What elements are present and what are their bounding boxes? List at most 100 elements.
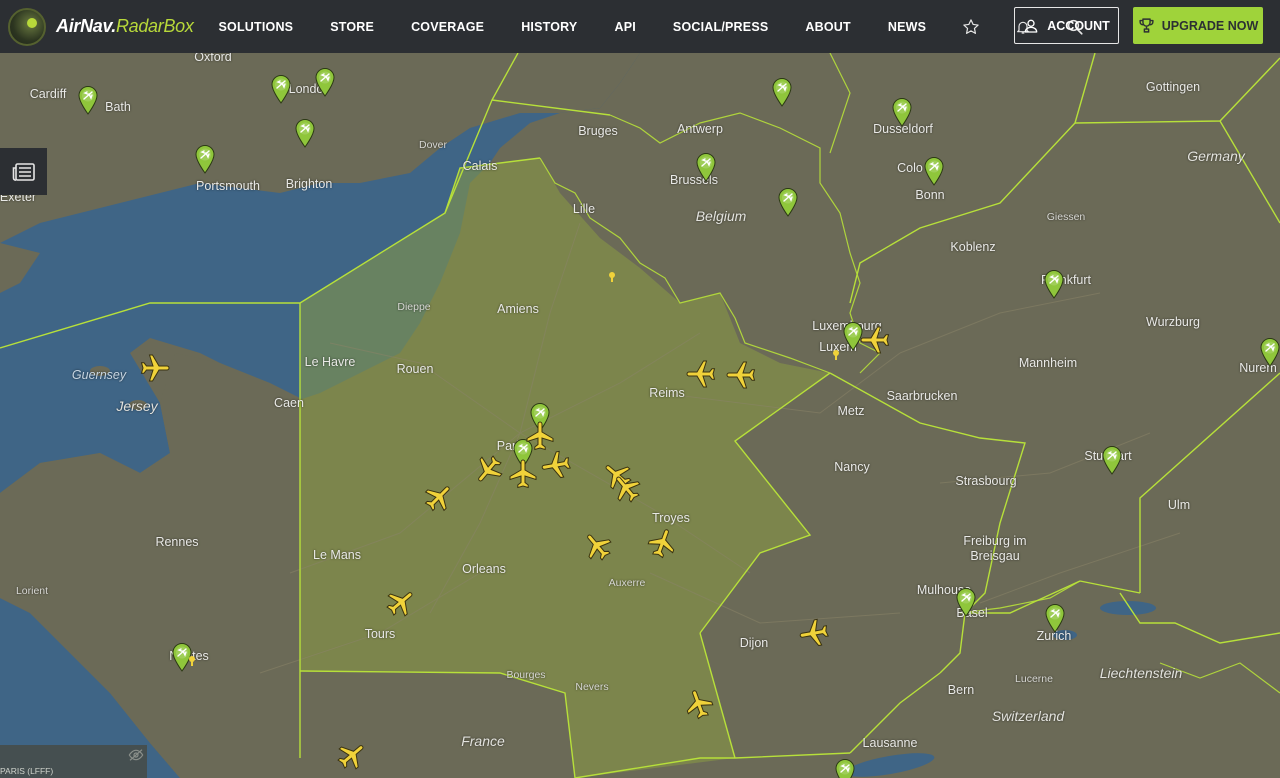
region-label-belgium: Belgium xyxy=(695,208,747,224)
aircraft-icon[interactable] xyxy=(610,472,644,506)
city-label-metz: Metz xyxy=(837,404,865,418)
city-label-gottingen: Gottingen xyxy=(1145,80,1201,94)
region-label-germany: Germany xyxy=(1187,148,1245,164)
airport-pin-icon[interactable] xyxy=(834,758,856,778)
airport-pin-icon[interactable] xyxy=(294,118,316,148)
airport-pin-icon[interactable] xyxy=(77,85,99,115)
airport-pin-icon[interactable] xyxy=(771,77,793,107)
radar-logo-icon xyxy=(8,7,46,46)
flight-map[interactable]: Oxford Cardiff Bath Londo Dover Portsmou… xyxy=(0,53,1280,778)
logo-part-airnav: AirNav. xyxy=(56,16,116,36)
account-button[interactable]: ACCOUNT xyxy=(1014,7,1119,44)
city-label-saarbrucken: Saarbrucken xyxy=(886,389,958,403)
airport-pin-icon[interactable] xyxy=(1044,603,1066,633)
aircraft-icon[interactable] xyxy=(581,530,615,564)
city-label-bath: Bath xyxy=(105,100,131,114)
city-label-lorient: Lorient xyxy=(15,585,49,597)
city-label-le-mans: Le Mans xyxy=(313,548,361,562)
aircraft-icon[interactable] xyxy=(859,323,893,357)
nav-history[interactable]: HISTORY xyxy=(503,20,596,34)
aircraft-icon[interactable] xyxy=(383,586,417,620)
aircraft-icon[interactable] xyxy=(645,527,679,561)
newspaper-icon xyxy=(12,162,35,181)
city-label-ulm: Ulm xyxy=(1167,498,1191,512)
side-panel-toggle-button[interactable] xyxy=(0,148,47,195)
airspace-info-box: PARIS (LFFF) xyxy=(0,745,147,778)
aircraft-icon[interactable] xyxy=(137,351,171,385)
logo-part-radarbox: RadarBox xyxy=(115,16,194,36)
city-label-bruges: Bruges xyxy=(578,124,618,138)
aircraft-icon[interactable] xyxy=(540,448,574,482)
city-label-bonn: Bonn xyxy=(915,188,945,202)
city-label-auxerre: Auxerre xyxy=(608,577,646,589)
aircraft-icon[interactable] xyxy=(334,739,368,773)
airport-pin-icon[interactable] xyxy=(777,187,799,217)
eye-slash-icon[interactable] xyxy=(128,748,144,762)
aircraft-icon[interactable] xyxy=(421,481,455,515)
upgrade-now-button[interactable]: UPGRADE NOW xyxy=(1133,7,1263,44)
nav-news[interactable]: NEWS xyxy=(869,20,944,34)
airport-pin-icon[interactable] xyxy=(923,156,945,186)
nav-api[interactable]: API xyxy=(596,20,654,34)
star-icon[interactable] xyxy=(945,0,997,53)
nav-solutions[interactable]: SOLUTIONS xyxy=(200,20,312,34)
region-label-france: France xyxy=(461,733,505,749)
city-label-cardiff: Cardiff xyxy=(29,87,67,101)
airport-pin-icon[interactable] xyxy=(891,97,913,127)
sea-label-guernsey: Guernsey xyxy=(71,368,127,382)
radarbox-app: AirNav.RadarBox SOLUTIONS STORE COVERAGE… xyxy=(0,0,1280,778)
airport-pin-icon[interactable] xyxy=(1043,269,1065,299)
city-label-bourges: Bourges xyxy=(506,669,546,681)
aircraft-icon[interactable] xyxy=(506,458,540,492)
city-label-lausanne: Lausanne xyxy=(862,736,918,750)
airport-pin-icon[interactable] xyxy=(1259,337,1280,367)
airport-pin-icon[interactable] xyxy=(270,74,292,104)
aircraft-icon[interactable] xyxy=(682,688,716,722)
city-label-rouen: Rouen xyxy=(396,362,434,376)
nav-social-press[interactable]: SOCIAL/PRESS xyxy=(654,20,786,34)
city-label-strasbourg: Strasbourg xyxy=(955,474,1017,488)
airport-pin-icon[interactable] xyxy=(955,587,977,617)
city-label-portsmouth: Portsmouth xyxy=(196,179,260,193)
city-label-troyes: Troyes xyxy=(652,511,690,525)
city-label-brighton: Brighton xyxy=(285,177,333,191)
airnav-logo[interactable]: AirNav.RadarBox xyxy=(0,0,200,53)
city-label-dieppe: Dieppe xyxy=(397,301,431,313)
nav-store[interactable]: STORE xyxy=(312,20,393,34)
city-label-oxford: Oxford xyxy=(194,53,232,64)
account-label: ACCOUNT xyxy=(1047,18,1110,33)
region-label-switzerland: Switzerland xyxy=(991,708,1065,724)
city-label-mannheim: Mannheim xyxy=(1018,356,1078,370)
city-label-bern: Bern xyxy=(947,683,975,697)
poi-marker-icon xyxy=(833,350,839,360)
nav-coverage[interactable]: COVERAGE xyxy=(393,20,503,34)
aircraft-icon[interactable] xyxy=(798,616,832,650)
region-label-liechtenstein: Liechtenstein xyxy=(1099,665,1183,681)
city-label-giessen: Giessen xyxy=(1046,211,1086,223)
poi-marker-icon xyxy=(189,656,195,666)
region-label-jersey: Jersey xyxy=(116,398,158,414)
poi-marker-icon xyxy=(609,272,615,282)
airport-pin-icon[interactable] xyxy=(314,67,336,97)
airport-pin-icon[interactable] xyxy=(194,144,216,174)
city-label-koblenz: Koblenz xyxy=(950,240,996,254)
aircraft-icon[interactable] xyxy=(685,357,719,391)
trophy-icon xyxy=(1139,18,1154,33)
city-label-rennes: Rennes xyxy=(155,535,199,549)
city-label-reims: Reims xyxy=(649,386,685,400)
airspace-label: PARIS (LFFF) xyxy=(0,766,54,776)
city-label-amiens: Amiens xyxy=(497,302,539,316)
airport-pin-icon[interactable] xyxy=(695,152,717,182)
city-label-nevers: Nevers xyxy=(575,681,609,693)
aircraft-icon[interactable] xyxy=(725,358,759,392)
aircraft-icon[interactable] xyxy=(472,452,506,486)
airport-pin-icon[interactable] xyxy=(1101,445,1123,475)
user-icon xyxy=(1024,19,1038,33)
nav-about[interactable]: ABOUT xyxy=(787,20,869,34)
city-label-calais: Calais xyxy=(462,159,498,173)
logo-text: AirNav.RadarBox xyxy=(56,16,194,37)
city-label-wurzburg: Wurzburg xyxy=(1146,315,1200,329)
city-label-cologne: Colo xyxy=(897,161,923,175)
city-label-le-havre: Le Havre xyxy=(304,355,356,369)
city-label-orleans: Orleans xyxy=(462,562,506,576)
